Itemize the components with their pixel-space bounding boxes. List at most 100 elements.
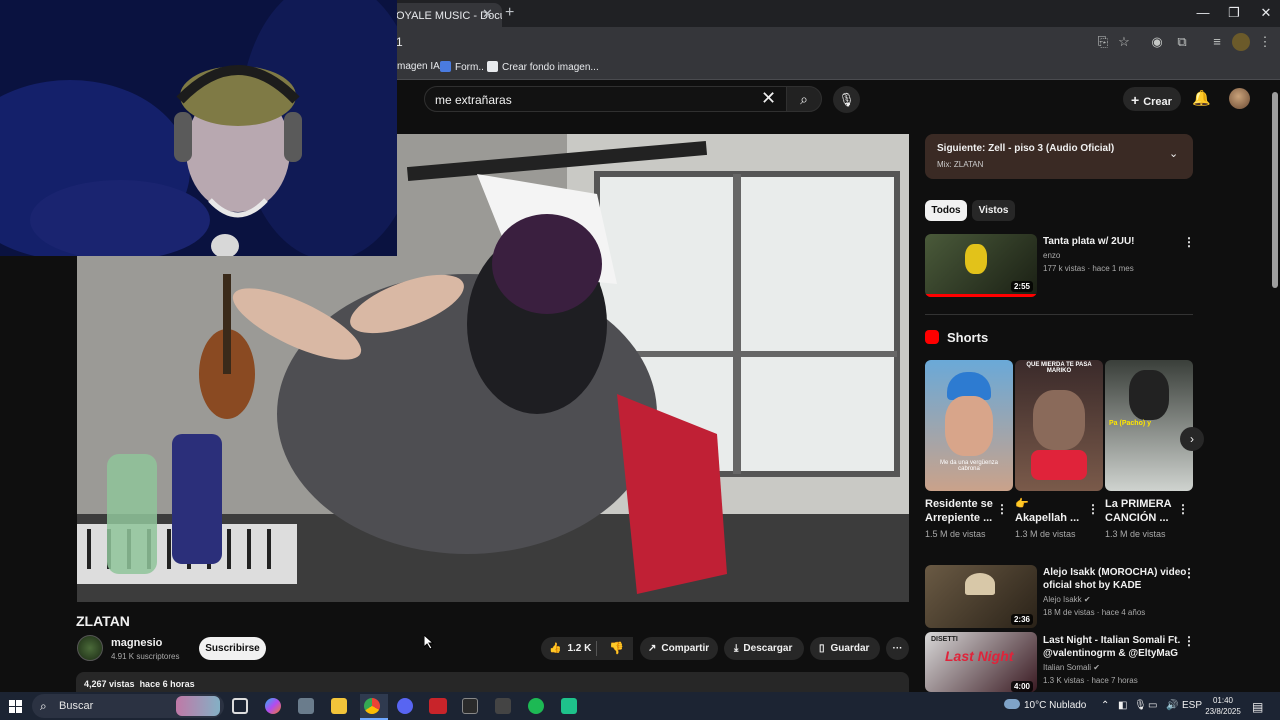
share-button[interactable]: ↗ Compartir (640, 637, 718, 660)
rec3-thumbnail[interactable]: DISETTI Last Night 4:00 (925, 632, 1037, 692)
profile-icon[interactable] (1232, 33, 1250, 51)
short-1-more-icon[interactable]: ⋮ (996, 502, 1008, 516)
rec3-more-icon[interactable]: ⋮ (1183, 634, 1195, 648)
cap-shape (1031, 450, 1087, 480)
search-highlight-image[interactable] (176, 696, 220, 716)
subscribe-button[interactable]: Suscribirse (199, 637, 266, 660)
download-button[interactable]: ⤓ Descargar (724, 637, 804, 660)
windows-start-icon[interactable] (9, 700, 22, 713)
rec1-thumbnail[interactable]: 2:55 (925, 234, 1037, 297)
short-3-thumbnail[interactable]: Pa (Pacho) y (1105, 360, 1193, 491)
clear-search-icon[interactable]: ✕ (761, 88, 776, 109)
create-button[interactable]: + Crear (1123, 87, 1181, 111)
more-actions-button[interactable]: ··· (886, 637, 909, 660)
capcut-icon[interactable] (462, 698, 478, 714)
minimize-button[interactable]: — (1191, 5, 1215, 20)
short-3-more-icon[interactable]: ⋮ (1177, 502, 1189, 516)
rec2-title[interactable]: Alejo Isakk (MOROCHA) video oficial shot … (1043, 566, 1186, 592)
bookmark-item[interactable]: magen IA (397, 61, 440, 72)
rec3-title[interactable]: Last Night - Italian Somali Ft. @valentin… (1043, 634, 1180, 660)
rec2-channel: Alejo Isakk ✔ (1043, 595, 1091, 604)
time: 01:40 (1212, 696, 1234, 705)
spotify-icon[interactable] (528, 698, 544, 714)
bookmark-item[interactable]: Crear fondo imagen... (487, 61, 599, 73)
subscriber-count: 4.91 K suscriptores (111, 652, 180, 661)
up-next-subtitle: Mix: ZLATAN (937, 160, 984, 169)
controller-icon[interactable] (495, 698, 511, 714)
account-avatar[interactable] (1229, 88, 1250, 109)
file-explorer-icon[interactable] (331, 698, 347, 714)
search-button[interactable]: ⌕ (786, 86, 822, 112)
notifications-icon[interactable]: ▤ (1252, 700, 1263, 714)
chat-app-icon[interactable] (561, 698, 577, 714)
discord-icon[interactable] (397, 698, 413, 714)
tab-close-icon[interactable]: ✕ (482, 6, 493, 22)
channel-avatar[interactable] (77, 635, 103, 661)
voice-search-button[interactable]: 🎙 (833, 86, 860, 113)
scrollbar-thumb[interactable] (1272, 92, 1278, 288)
webcam-frame (0, 0, 397, 256)
address-bar[interactable]: 1 (396, 35, 403, 49)
close-window-button[interactable]: ✕ (1254, 5, 1278, 21)
dislike-icon[interactable]: 👎 (609, 641, 624, 655)
person-shape (1033, 390, 1085, 450)
network-icon[interactable]: ▭ (1148, 700, 1157, 711)
short-3-title[interactable]: La PRIMERA CANCIÓN ... (1105, 497, 1175, 525)
short-2-title[interactable]: 👉 Akapellah ... (1015, 497, 1085, 525)
puzzle-icon[interactable]: ⧉ (1173, 33, 1191, 51)
tray-chevron-icon[interactable]: ⌃ (1101, 700, 1109, 711)
microphone-icon[interactable]: 🎙 (1134, 700, 1147, 711)
upload-date: hace 6 horas (139, 679, 195, 689)
video-title: ZLATAN (76, 613, 130, 629)
clock[interactable]: 01:40 23/8/2025 (1203, 695, 1243, 717)
rec2-thumbnail[interactable]: 2:36 (925, 565, 1037, 628)
search-input[interactable]: me extrañaras (424, 86, 788, 112)
task-view-icon[interactable] (232, 698, 248, 714)
extension-icon[interactable]: ◉ (1148, 33, 1166, 51)
save-button[interactable]: ▯ Guardar (810, 637, 880, 660)
bookmark-star-icon[interactable]: ☆ (1115, 33, 1133, 51)
short-1-views: 1.5 M de vistas (925, 529, 986, 539)
restore-button[interactable]: ❐ (1222, 5, 1246, 21)
share-icon: ↗ (648, 643, 657, 654)
chip-all[interactable]: Todos (925, 200, 967, 221)
short-1-title[interactable]: Residente se Arrepiente ... (925, 497, 995, 525)
short-1-thumbnail[interactable]: Me da una vergüenza cabrona (925, 360, 1013, 491)
short-1-caption: Me da una vergüenza cabrona (939, 460, 999, 472)
chevron-down-icon[interactable]: ⌄ (1169, 147, 1178, 160)
media-icon[interactable]: ≡ (1208, 33, 1226, 51)
language-indicator[interactable]: ESP (1182, 700, 1202, 711)
rec1-title[interactable]: Tanta plata w/ 2UU! (1043, 235, 1135, 248)
app-icon[interactable] (298, 698, 314, 714)
rec2-more-icon[interactable]: ⋮ (1183, 566, 1195, 580)
rec1-more-icon[interactable]: ⋮ (1183, 235, 1195, 249)
notifications-bell-icon[interactable]: 🔔 (1192, 89, 1211, 107)
shorts-heading: Shorts (947, 330, 989, 345)
short-2-more-icon[interactable]: ⋮ (1087, 502, 1099, 516)
cloud-icon[interactable] (1004, 699, 1020, 709)
view-count: 4,267 vistas (84, 679, 135, 689)
shorts-logo-icon (925, 330, 939, 344)
thumb-logo: DISETTI (931, 636, 958, 643)
docs-icon (440, 61, 451, 72)
channel-name[interactable]: magnesio (111, 637, 162, 649)
mic-icon: 🎙 (838, 92, 855, 107)
new-tab-button[interactable]: + (505, 4, 514, 22)
shorts-next-button[interactable]: › (1180, 427, 1204, 451)
weather-text[interactable]: 10°C Nublado (1024, 700, 1086, 711)
volume-icon[interactable]: 🔊 (1166, 700, 1178, 711)
rec1-meta: 177 k vistas · hace 1 mes (1043, 264, 1134, 273)
copilot-icon[interactable] (265, 698, 281, 714)
bookmark-item[interactable]: Form.. (440, 61, 484, 73)
date: 23/8/2025 (1205, 707, 1241, 716)
tray-app-icon[interactable]: ◧ (1118, 700, 1127, 711)
chip-watched[interactable]: Vistos (972, 200, 1015, 221)
up-next-panel[interactable] (925, 134, 1193, 179)
voicemod-icon[interactable] (429, 698, 447, 714)
face-shape (945, 396, 993, 456)
rec2-meta: 18 M de vistas · hace 4 años (1043, 608, 1146, 617)
menu-icon[interactable]: ⋮ (1256, 33, 1274, 51)
short-2-thumbnail[interactable]: QUE MIERDA TE PASA MARIKO (1015, 360, 1103, 491)
install-icon[interactable]: ⎘ (1094, 33, 1112, 51)
chrome-icon[interactable] (364, 698, 380, 714)
